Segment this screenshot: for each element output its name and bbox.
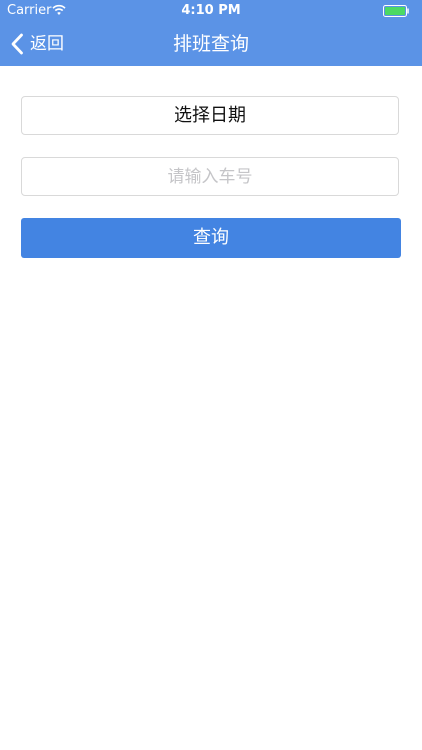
date-selector[interactable]: 选择日期	[21, 96, 399, 135]
battery-icon	[383, 5, 411, 17]
navigation-bar: 返回 排班查询	[0, 22, 422, 66]
top-bar: Carrier 4:10 PM 返回 排班查询	[0, 0, 422, 66]
status-bar: Carrier 4:10 PM	[0, 0, 422, 22]
query-button[interactable]: 查询	[21, 218, 401, 258]
car-number-field	[21, 157, 399, 196]
status-time: 4:10 PM	[181, 3, 241, 18]
car-number-input[interactable]	[22, 158, 398, 195]
page-title: 排班查询	[172, 33, 249, 55]
